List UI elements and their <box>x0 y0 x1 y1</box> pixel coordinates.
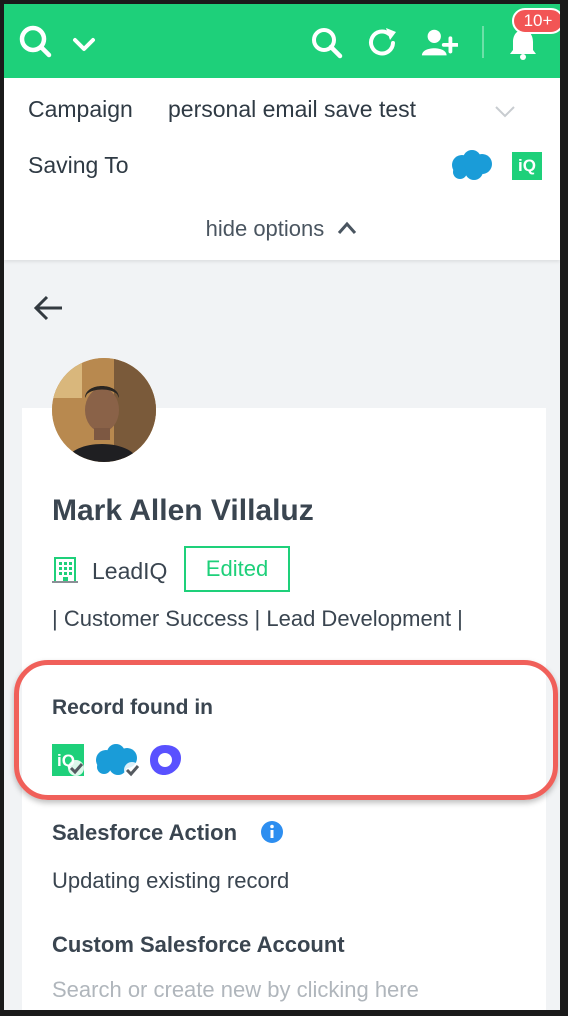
building-icon <box>52 557 78 583</box>
contact-name: Mark Allen Villaluz <box>52 494 314 527</box>
hide-options-toggle[interactable]: hide options <box>4 216 560 242</box>
back-arrow-icon[interactable] <box>30 290 66 326</box>
info-icon[interactable] <box>260 820 284 844</box>
chevron-up-icon <box>338 221 357 235</box>
leadiq-logo-icon[interactable] <box>18 24 52 58</box>
hide-options-label: hide options <box>205 216 325 241</box>
avatar-photo <box>52 358 156 462</box>
salesforce-action-label: Salesforce Action <box>52 820 238 845</box>
add-user-icon[interactable] <box>420 24 458 62</box>
leadiq-record-icon[interactable]: iQ <box>52 744 86 776</box>
edited-badge[interactable]: Edited <box>184 546 290 592</box>
campaign-label: Campaign <box>28 96 133 122</box>
record-found-label: Record found in <box>52 696 213 719</box>
salesforce-cloud-icon[interactable] <box>448 148 494 182</box>
saving-to-label: Saving To <box>28 152 129 178</box>
top-bar: 10+ <box>4 4 560 78</box>
chevron-down-icon[interactable] <box>70 30 98 58</box>
notification-badge[interactable]: 10+ <box>512 8 560 34</box>
options-panel: Campaign personal email save test Saving… <box>4 78 560 260</box>
salesforce-action-value: Updating existing record <box>52 868 290 893</box>
custom-account-search-input[interactable] <box>52 972 512 1008</box>
leadiq-save-icon[interactable]: iQ <box>512 152 542 180</box>
salesforce-record-icon[interactable] <box>92 742 146 780</box>
avatar <box>52 358 156 462</box>
campaign-chevron-down-icon[interactable] <box>492 98 518 124</box>
refresh-icon[interactable] <box>364 24 402 62</box>
job-title: | Customer Success | Lead Development | <box>52 606 463 631</box>
campaign-select[interactable]: personal email save test <box>168 96 416 123</box>
search-icon[interactable] <box>308 24 346 62</box>
company-name: LeadIQ <box>92 558 168 584</box>
toolbar-divider <box>482 26 484 58</box>
extension-frame: 10+ Campaign personal email save test Sa… <box>0 0 568 1016</box>
custom-account-label: Custom Salesforce Account <box>52 932 345 957</box>
outreach-record-icon[interactable] <box>146 742 184 778</box>
